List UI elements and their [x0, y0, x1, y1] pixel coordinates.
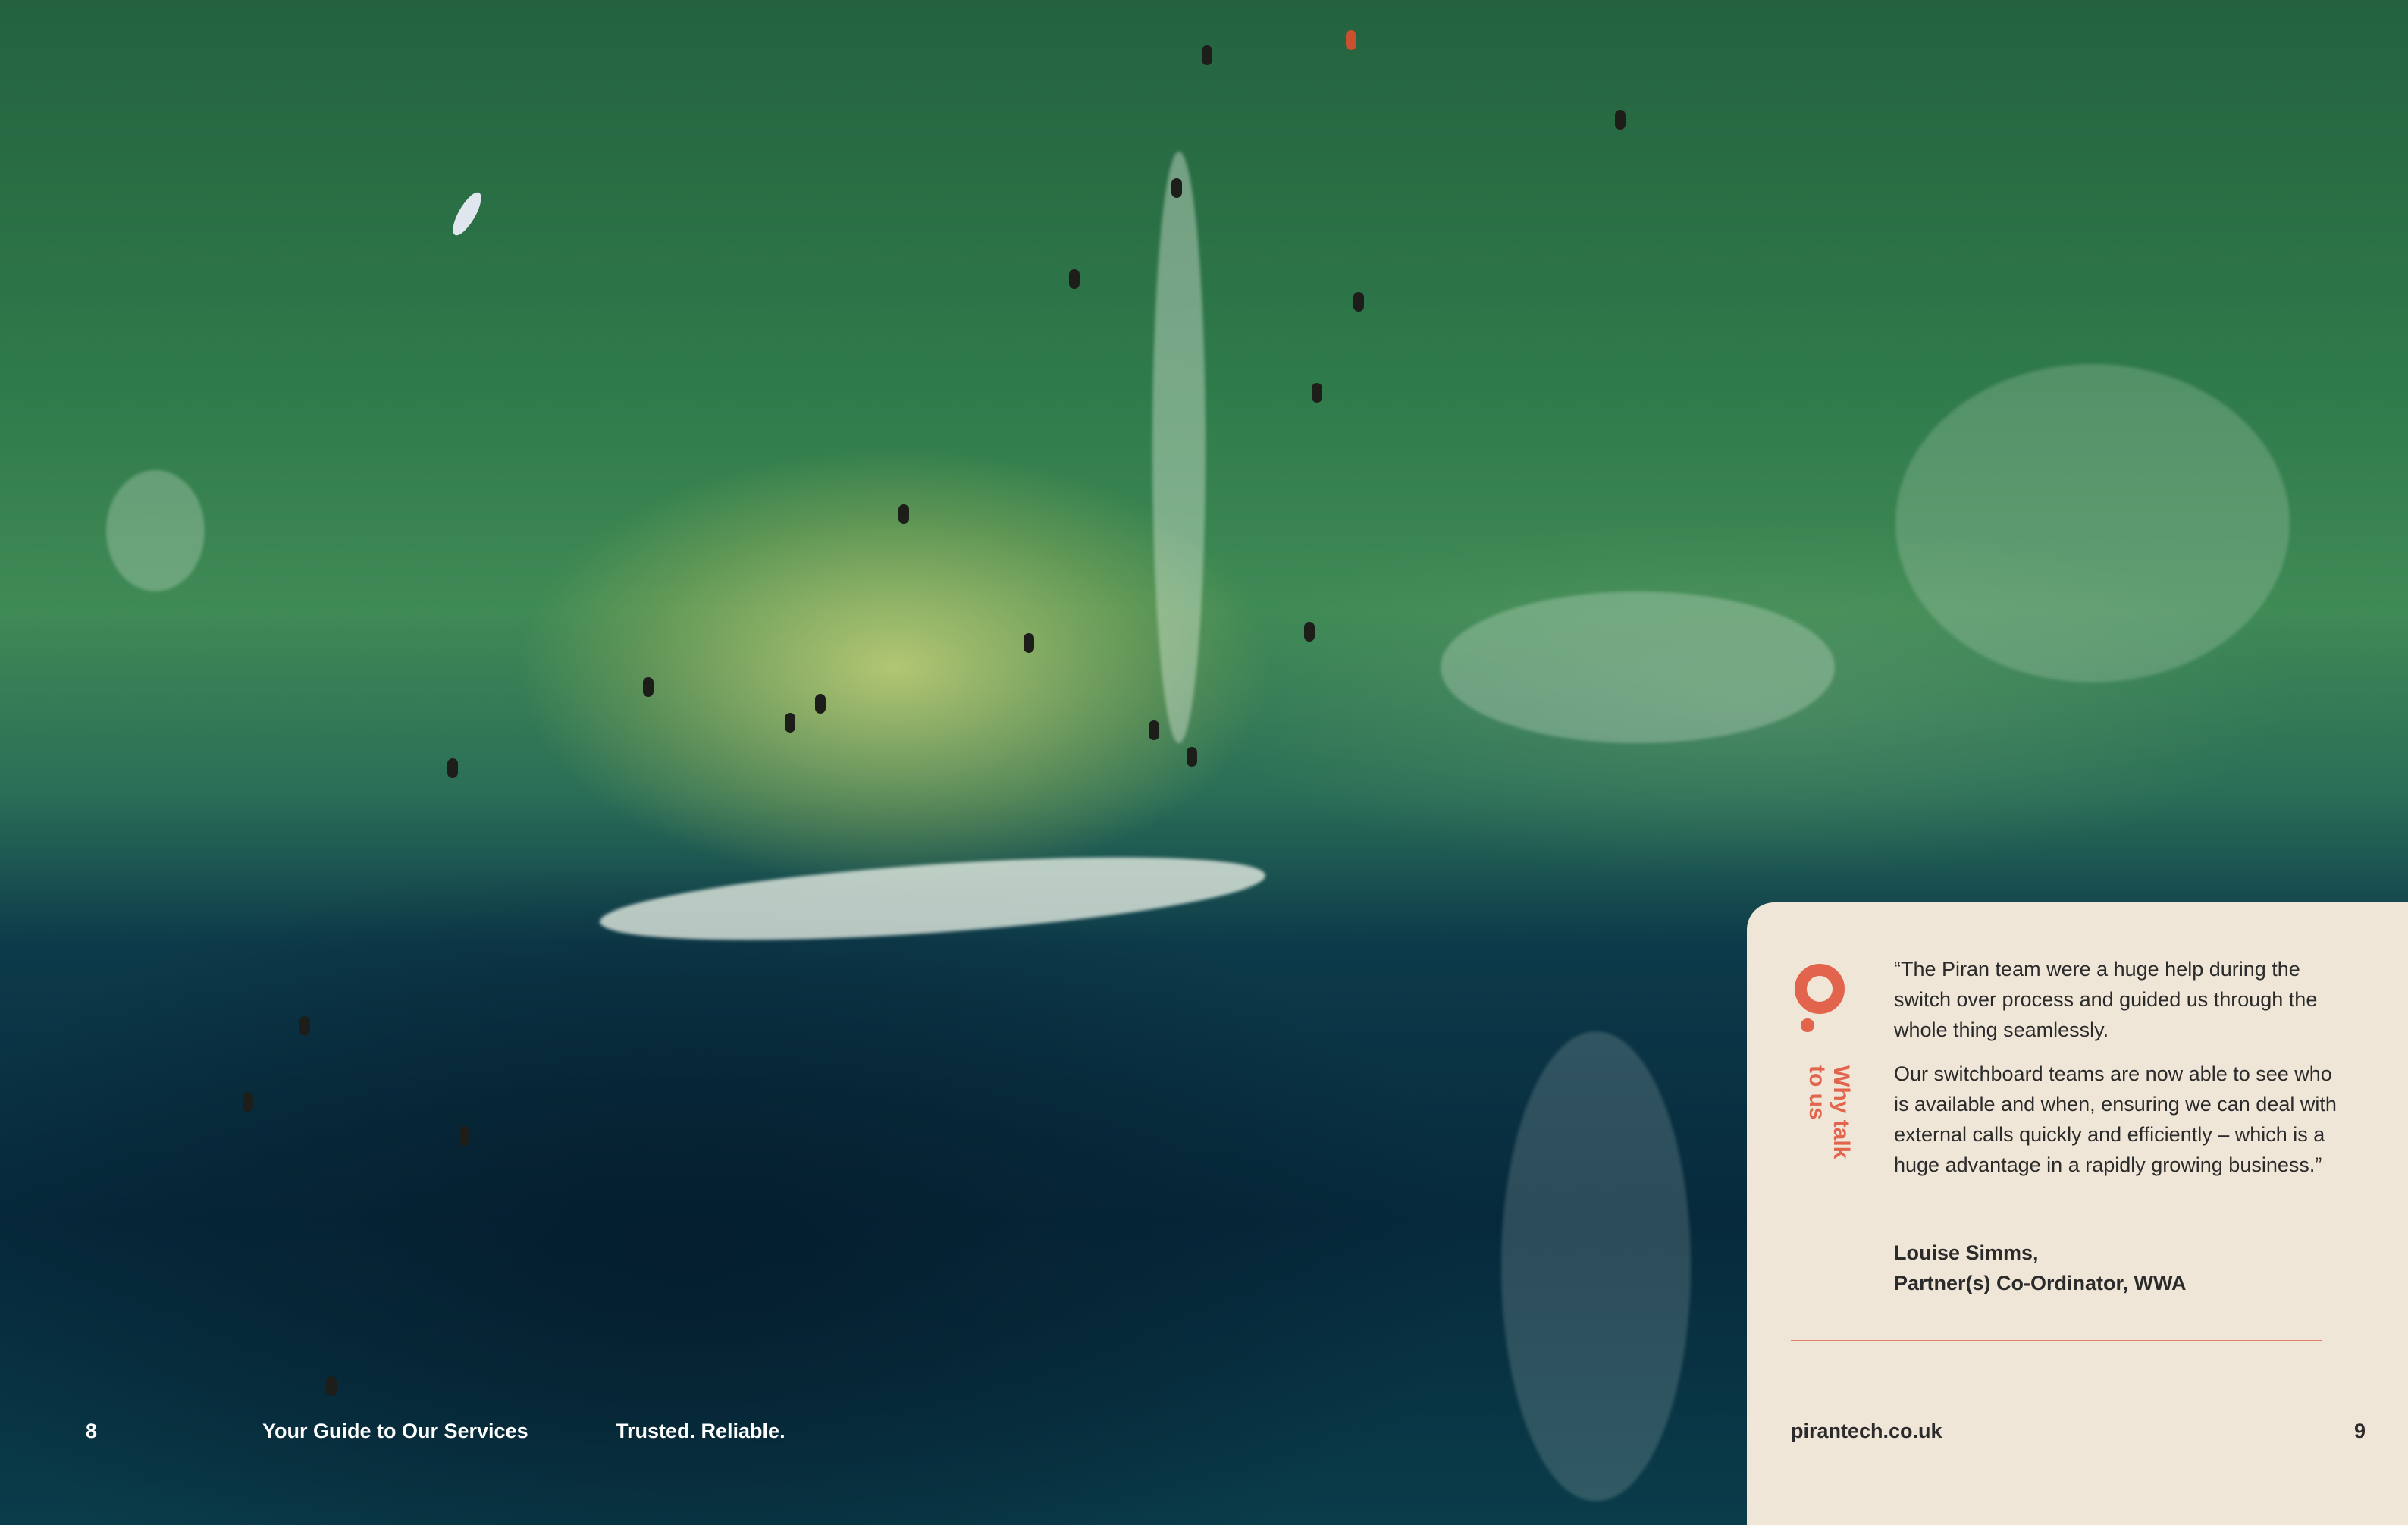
- guide-title: Your Guide to Our Services: [262, 1420, 528, 1442]
- surfer: [1312, 383, 1322, 403]
- surfer: [299, 1016, 310, 1036]
- surfer: [1615, 110, 1626, 130]
- wave-foam: [106, 470, 205, 591]
- surfer: [1149, 720, 1159, 740]
- piran-logo-icon: [1795, 964, 1845, 1032]
- surfer: [1069, 269, 1080, 289]
- page-number-right: 9: [2353, 1420, 2366, 1442]
- surfboard: [447, 188, 487, 240]
- surfer: [785, 713, 795, 733]
- attribution-role: Partner(s) Co-Ordinator, WWA: [1894, 1272, 2187, 1294]
- surfer: [1024, 633, 1034, 653]
- quote-paragraph: “The Piran team were a huge help during …: [1894, 958, 2318, 1041]
- surfer: [459, 1126, 469, 1146]
- side-label-line-2: to us: [1804, 1065, 1830, 1120]
- wave-foam: [1441, 591, 1835, 743]
- testimonial-panel: Why talk to us “The Piran team were a hu…: [1747, 902, 2408, 1525]
- surfer: [815, 694, 826, 714]
- page-number-left: 8: [86, 1420, 98, 1442]
- surfer: [1304, 622, 1315, 642]
- surfer: [1171, 178, 1182, 198]
- website-link[interactable]: pirantech.co.uk: [1791, 1420, 1942, 1443]
- wave-foam: [1501, 1031, 1691, 1501]
- surfer: [898, 504, 909, 524]
- quote-paragraph: Our switchboard teams are now able to se…: [1894, 1062, 2337, 1176]
- testimonial-attribution: Louise Simms, Partner(s) Co-Ordinator, W…: [1894, 1238, 2187, 1298]
- tagline: Trusted. Reliable.: [616, 1420, 785, 1442]
- testimonial-quote: “The Piran team were a huge help during …: [1894, 954, 2349, 1194]
- surfer: [447, 758, 458, 778]
- surfer: [1353, 292, 1364, 312]
- attribution-name: Louise Simms,: [1894, 1241, 2039, 1264]
- surfer: [1346, 30, 1356, 50]
- surfer: [643, 677, 654, 697]
- surfer: [1187, 747, 1197, 767]
- surfer: [1202, 45, 1212, 65]
- side-label-line-1: Why talk: [1829, 1065, 1854, 1159]
- surfer: [243, 1092, 253, 1112]
- wave-foam: [1152, 152, 1206, 743]
- surfer: [326, 1376, 337, 1396]
- wave-foam: [1895, 364, 2290, 682]
- divider: [1791, 1340, 2322, 1341]
- why-talk-to-us-label: Why talk to us: [1804, 1065, 1854, 1159]
